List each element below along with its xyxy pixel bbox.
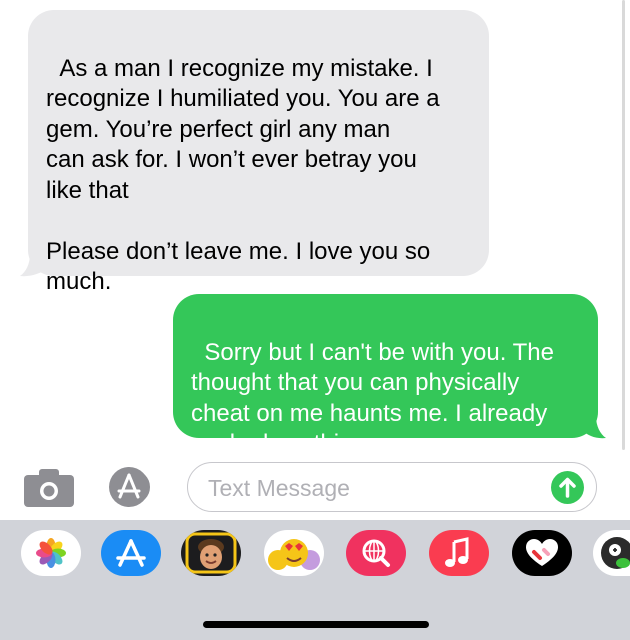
music-icon [445,537,469,567]
app-store-app-button[interactable] [101,530,161,576]
game-icon [601,537,630,569]
memoji-icon [185,532,237,574]
app-drawer [0,520,630,640]
incoming-message-text: As a man I recognize my mistake. I recog… [46,54,440,296]
photos-app-button[interactable] [21,530,81,576]
app-store-button[interactable] [103,465,161,509]
animoji-icon [268,539,320,570]
home-indicator[interactable] [203,621,429,628]
web-search-app-button[interactable] [346,530,406,576]
send-button[interactable] [551,471,584,504]
message-input[interactable]: Text Message [187,462,597,512]
outgoing-message-bubble[interactable]: Sorry but I can't be with you. The thoug… [173,294,598,457]
web-search-icon [362,539,390,567]
digital-touch-app-button[interactable] [512,530,572,576]
incoming-message-bubble[interactable]: As a man I recognize my mistake. I recog… [28,10,489,295]
camera-icon[interactable] [24,469,74,507]
game-app-button[interactable] [593,530,630,576]
outgoing-bubble-tail [582,416,606,439]
arrow-up-icon [559,477,576,498]
music-app-button[interactable] [429,530,489,576]
scroll-indicator[interactable] [622,0,625,450]
message-input-placeholder: Text Message [208,475,350,501]
outgoing-message-text: Sorry but I can't be with you. The thoug… [191,338,554,458]
memoji-app-button[interactable] [181,530,241,576]
incoming-bubble-tail [20,254,48,277]
animoji-app-button[interactable] [264,530,324,576]
digital-touch-icon [526,539,558,566]
app-store-icon [116,539,146,567]
photos-icon [36,538,66,568]
